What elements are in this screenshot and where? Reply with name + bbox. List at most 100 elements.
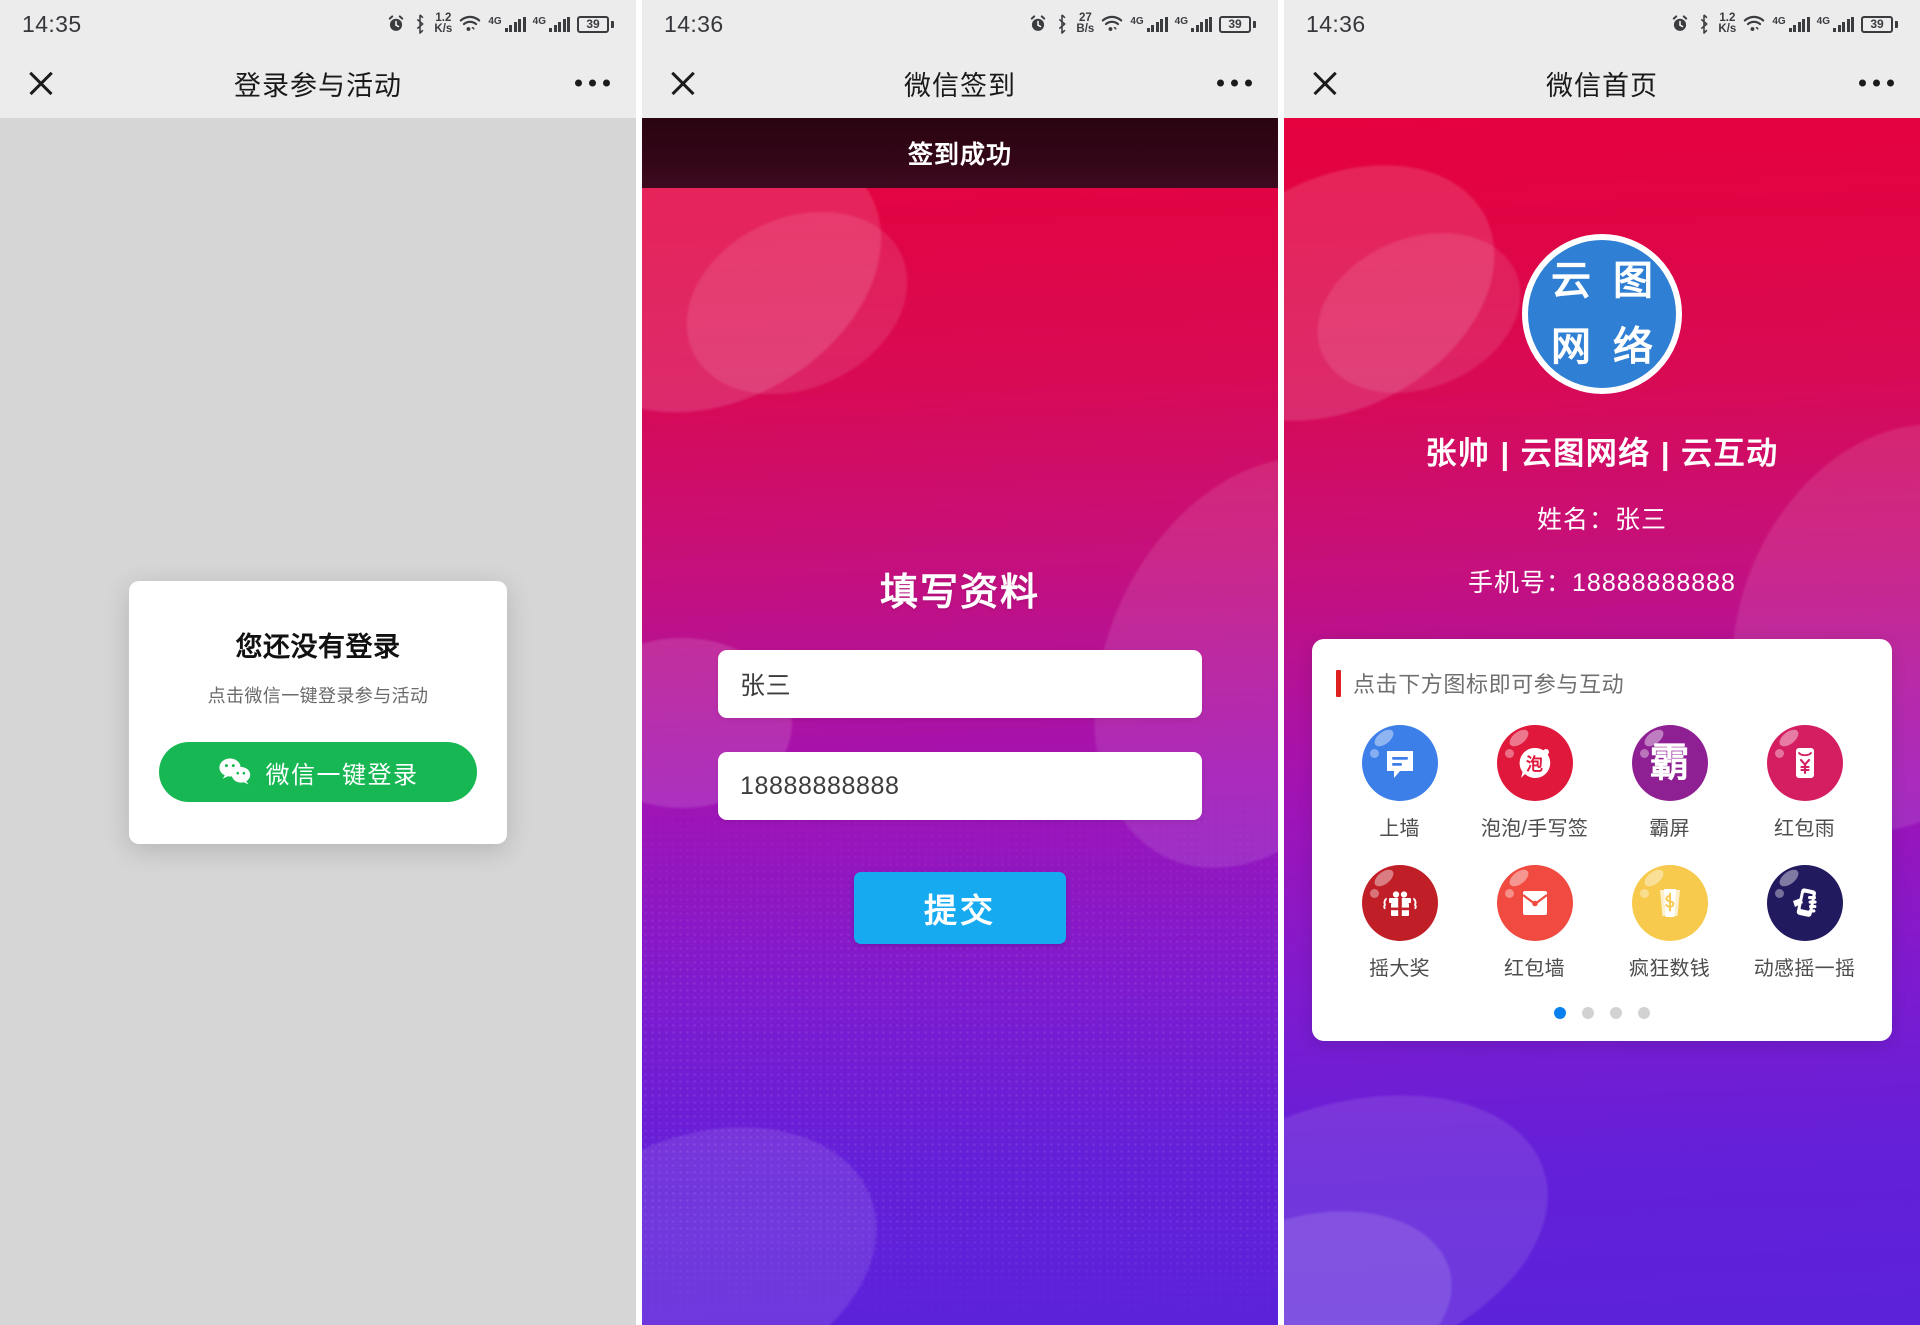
battery-icon: 39 <box>577 15 614 33</box>
logo-char-2: 图 <box>1613 257 1653 304</box>
close-icon[interactable] <box>666 66 700 100</box>
status-time: 14:36 <box>664 10 724 37</box>
close-icon[interactable] <box>1308 66 1342 100</box>
interaction-label: 泡泡/手写签 <box>1480 818 1589 840</box>
network-type-1: 4G <box>1772 15 1786 27</box>
login-title: 您还没有登录 <box>235 632 401 662</box>
wifi-icon <box>460 15 481 31</box>
wechat-login-button[interactable]: 微信一键登录 <box>159 742 477 802</box>
battery-level: 39 <box>1219 15 1251 33</box>
pager-dot-2[interactable] <box>1582 1007 1594 1019</box>
interaction-label: 动感摇一摇 <box>1753 958 1856 980</box>
interaction-item-shake-phone[interactable]: 动感摇一摇 <box>1737 865 1872 981</box>
signin-page-body: 签到成功 填写资料 张三 18888888888 提交 <box>642 118 1278 1325</box>
battery-level: 39 <box>577 15 609 33</box>
phone-screen-signin-form: 14:36 27 B/s 4G 4G 39 微信签到 签到成功 填写资料 张三 … <box>636 0 1278 1325</box>
status-icons: 1.2 K/s 4G 4G 39 <box>386 11 614 36</box>
pager-dot-1[interactable] <box>1554 1007 1566 1019</box>
card-hint: 点击下方图标即可参与互动 <box>1332 667 1872 699</box>
network-rate: 1.2 K/s <box>1718 11 1737 35</box>
bluetooth-icon <box>417 14 424 34</box>
signal-bars-1 <box>504 16 526 32</box>
login-page-body: 您还没有登录 点击微信一键登录参与活动 微信一键登录 <box>0 118 636 1325</box>
signal-bars-1 <box>1788 16 1810 32</box>
interaction-item-red-packet-wall[interactable]: 红包墙 <box>1467 865 1602 981</box>
more-dots-icon[interactable] <box>1859 79 1894 87</box>
more-dots-icon[interactable] <box>575 79 610 87</box>
interaction-item-bubble-sign[interactable]: 泡 泡泡/手写签 <box>1467 725 1602 841</box>
interaction-label: 红包墙 <box>1504 958 1565 980</box>
wechat-icon <box>218 758 250 785</box>
logo-char-4: 络 <box>1613 323 1653 370</box>
pager-dot-4[interactable] <box>1638 1007 1650 1019</box>
signal-bars-2 <box>1833 16 1854 32</box>
signal-bars-2 <box>549 16 570 32</box>
status-bar: 14:36 27 B/s 4G 4G 39 <box>642 0 1278 48</box>
wifi-icon <box>1744 15 1765 31</box>
signin-success-banner: 签到成功 <box>642 118 1278 188</box>
signal-bars-1 <box>1146 16 1168 32</box>
card-hint-text: 点击下方图标即可参与互动 <box>1353 672 1625 697</box>
network-type-2: 4G <box>532 15 546 27</box>
bubble-sign-icon: 泡 <box>1496 725 1573 801</box>
shake-prize-icon <box>1361 865 1438 941</box>
submit-button[interactable]: 提交 <box>854 872 1066 944</box>
interaction-item-count-money[interactable]: 疯狂数钱 <box>1602 865 1737 981</box>
accent-bar <box>1336 669 1341 697</box>
pager-dot-3[interactable] <box>1610 1007 1622 1019</box>
interaction-grid: 上墙 泡 泡泡/手写签 霸 霸屏 红包雨 摇大奖 红包墙 疯狂数钱 动感摇一摇 <box>1332 725 1872 981</box>
phone-field[interactable]: 18888888888 <box>718 752 1202 820</box>
interaction-label: 摇大奖 <box>1369 958 1430 980</box>
status-bar: 14:36 1.2 K/s 4G 4G 39 <box>1284 0 1920 48</box>
alarm-icon <box>1673 15 1688 31</box>
status-time: 14:35 <box>22 10 82 37</box>
home-content: 云 图 网 络 张帅 | 云图网络 | 云互动 姓名：张三 手机号：188888… <box>1284 234 1920 1041</box>
wechat-login-label: 微信一键登录 <box>265 761 419 789</box>
logo-char-1: 云 <box>1551 257 1591 304</box>
carousel-pager <box>1332 1007 1872 1019</box>
interaction-item-shake-prize[interactable]: 摇大奖 <box>1332 865 1467 981</box>
more-dots-icon[interactable] <box>1217 79 1252 87</box>
home-page-body: 云 图 网 络 张帅 | 云图网络 | 云互动 姓名：张三 手机号：188888… <box>1284 118 1920 1325</box>
name-field[interactable]: 张三 <box>718 650 1202 718</box>
status-bar: 14:35 1.2 K/s 4G 4G 39 <box>0 0 636 48</box>
battery-level: 39 <box>1861 15 1893 33</box>
battery-icon: 39 <box>1861 15 1898 33</box>
form-title: 填写资料 <box>879 572 1040 614</box>
interaction-item-screen-takeover[interactable]: 霸 霸屏 <box>1602 725 1737 841</box>
interaction-item-message-board[interactable]: 上墙 <box>1332 725 1467 841</box>
red-packet-wall-icon <box>1496 865 1573 941</box>
login-subtitle: 点击微信一键登录参与活动 <box>207 686 429 706</box>
three-phone-screens: 14:35 1.2 K/s 4G 4G 39 登录参与活动 您还没有登录 点击微… <box>0 0 1920 1325</box>
phone-screen-home: 14:36 1.2 K/s 4G 4G 39 微信首页 云 图 网 络 张帅 |… <box>1278 0 1920 1325</box>
status-time: 14:36 <box>1306 10 1366 37</box>
network-type-2: 4G <box>1174 15 1188 27</box>
phone-field-value: 18888888888 <box>740 771 900 800</box>
interaction-label: 霸屏 <box>1649 818 1690 840</box>
battery-icon: 39 <box>1219 15 1256 33</box>
interaction-label: 上墙 <box>1379 818 1420 840</box>
shake-phone-icon <box>1766 865 1843 941</box>
screen-takeover-glyph: 霸 <box>1649 740 1690 786</box>
name-field-value: 张三 <box>740 672 792 700</box>
login-card: 您还没有登录 点击微信一键登录参与活动 微信一键登录 <box>129 581 507 844</box>
red-packet-rain-icon <box>1766 725 1843 801</box>
logo-char-3: 网 <box>1551 323 1591 370</box>
network-rate: 1.2 K/s <box>434 11 453 35</box>
signal-bars-2 <box>1191 16 1212 32</box>
bluetooth-icon <box>1059 14 1066 34</box>
page-title: 登录参与活动 <box>234 70 402 101</box>
close-icon[interactable] <box>24 66 58 100</box>
interaction-item-red-packet-rain[interactable]: 红包雨 <box>1737 725 1872 841</box>
brand-line: 张帅 | 云图网络 | 云互动 <box>1425 436 1779 471</box>
screen-takeover-icon: 霸 <box>1631 725 1708 801</box>
interaction-label: 红包雨 <box>1774 818 1835 840</box>
nav-bar: 登录参与活动 <box>0 48 636 118</box>
network-type-2: 4G <box>1816 15 1830 27</box>
user-phone-row: 手机号：18888888888 <box>1468 569 1736 597</box>
status-icons: 1.2 K/s 4G 4G 39 <box>1670 11 1898 36</box>
user-name-row: 姓名：张三 <box>1536 506 1667 534</box>
form-container: 填写资料 张三 18888888888 提交 <box>642 561 1278 944</box>
bluetooth-icon <box>1701 14 1708 34</box>
network-type-1: 4G <box>1130 15 1144 27</box>
